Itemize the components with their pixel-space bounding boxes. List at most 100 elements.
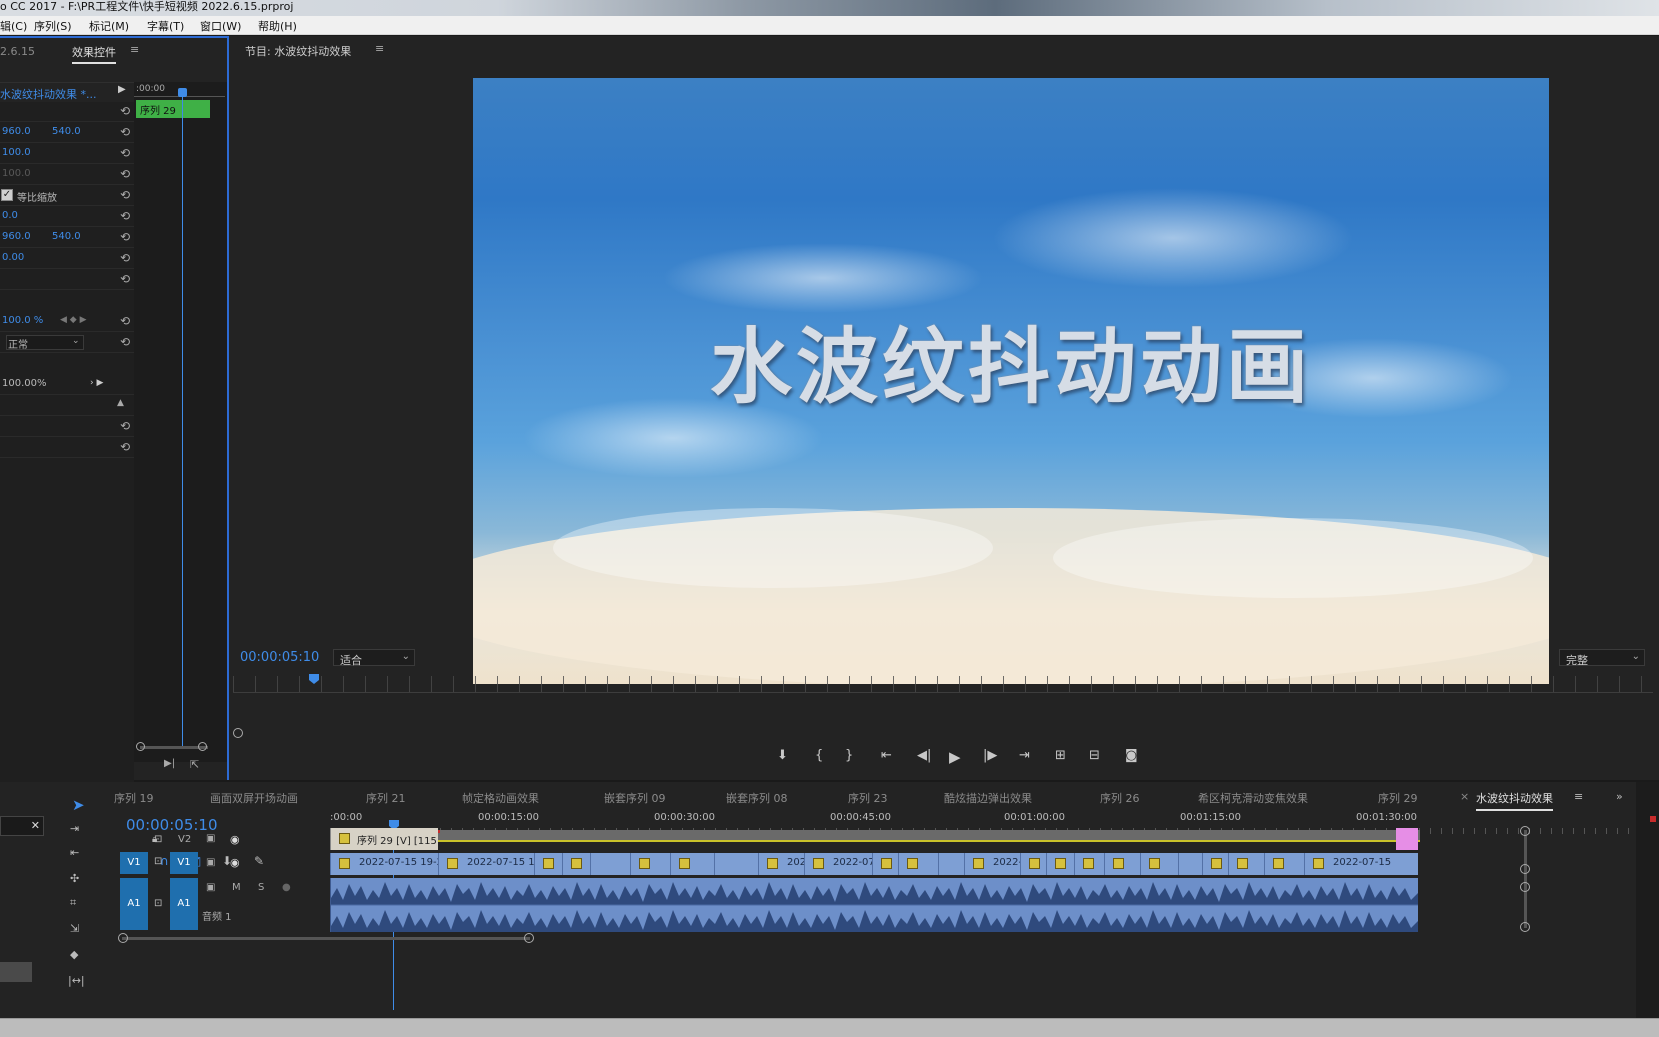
- v1-clip[interactable]: [1228, 853, 1264, 875]
- opacity-value[interactable]: 100.0 %: [2, 315, 43, 326]
- v1-clip[interactable]: [1202, 853, 1228, 875]
- track-label-v1[interactable]: V1: [170, 852, 198, 874]
- work-area-bar[interactable]: [330, 830, 1420, 842]
- close-icon[interactable]: ✕: [31, 819, 40, 832]
- filter-icon[interactable]: ▶|: [164, 758, 175, 769]
- quality-dropdown[interactable]: 完整 ⌄: [1559, 649, 1645, 667]
- v-scroll-handle-top[interactable]: [1520, 826, 1530, 836]
- collapse-icon[interactable]: ▲: [117, 398, 124, 408]
- play-icon[interactable]: ▶: [949, 748, 961, 766]
- track-select-tool-icon[interactable]: ⇥: [70, 822, 79, 835]
- v2-end-clip[interactable]: [1396, 828, 1418, 850]
- reset-icon[interactable]: ⟲: [118, 440, 132, 454]
- toggle-sync-a1-icon[interactable]: ▣: [206, 882, 215, 893]
- reset-icon[interactable]: ⟲: [118, 104, 132, 118]
- a-scroll-handle-top[interactable]: [1520, 882, 1530, 892]
- v1-clip[interactable]: 2022-07: [804, 853, 872, 875]
- selection-tool-icon[interactable]: ➤: [72, 796, 85, 814]
- lock-v2-icon[interactable]: ⊡: [154, 834, 162, 845]
- timeline-h-scrollbar[interactable]: [122, 937, 530, 940]
- v1-clip[interactable]: 2022-0: [964, 853, 1020, 875]
- track-label-a1[interactable]: A1: [170, 878, 198, 930]
- tab-seq-stroke-pop[interactable]: 酷炫描边弹出效果: [944, 790, 1032, 806]
- timeline-v-scrollbar[interactable]: [1524, 830, 1527, 928]
- solo-button[interactable]: S: [258, 882, 264, 893]
- v1-clip[interactable]: [1074, 853, 1104, 875]
- reset-icon[interactable]: ⟲: [118, 272, 132, 286]
- panel-menu-icon[interactable]: ≡: [375, 42, 384, 55]
- a-scroll-handle-bottom[interactable]: [1520, 922, 1530, 932]
- video-preview[interactable]: 水波纹抖动动画: [473, 78, 1549, 684]
- reset-icon[interactable]: ⟲: [118, 251, 132, 265]
- menu-marker[interactable]: 标记(M): [89, 18, 129, 34]
- settings-wrench-icon[interactable]: ✎: [254, 854, 264, 868]
- razor-tool-icon[interactable]: ◆: [70, 948, 78, 961]
- program-timecode[interactable]: 00:00:05:10: [240, 650, 319, 665]
- tab-seq-freeze-frame[interactable]: 帧定格动画效果: [462, 790, 539, 806]
- v1-clip[interactable]: [898, 853, 938, 875]
- eye-icon[interactable]: ◉: [230, 856, 240, 869]
- tab-seq-dolly-zoom[interactable]: 希区柯克滑动变焦效果: [1198, 790, 1308, 806]
- v1-clip[interactable]: [1020, 853, 1046, 875]
- toggle-sync-v2-icon[interactable]: ▣: [206, 833, 215, 844]
- source-track-a1[interactable]: A1: [120, 878, 148, 930]
- v1-clip[interactable]: [630, 853, 670, 875]
- monitor-time-ruler[interactable]: [233, 676, 1653, 692]
- step-back-icon[interactable]: ◀|: [917, 748, 931, 763]
- panel-menu-icon[interactable]: ≡: [130, 43, 139, 56]
- fit-dropdown[interactable]: 适合 ⌄: [333, 649, 415, 667]
- menu-title[interactable]: 字幕(T): [147, 18, 184, 34]
- expand-arrow-icon[interactable]: › ▶: [90, 378, 103, 388]
- scroll-handle-left[interactable]: [118, 933, 128, 943]
- reset-icon[interactable]: ⟲: [118, 209, 132, 223]
- v2-nested-clip[interactable]: 序列 29 [V] [115: [330, 828, 438, 850]
- slide-tool-icon[interactable]: ⇲: [70, 922, 79, 935]
- keyframe-nav-icon[interactable]: ◀ ◆ ▶: [60, 315, 87, 325]
- v1-clip[interactable]: [1264, 853, 1304, 875]
- v1-clip[interactable]: [1046, 853, 1074, 875]
- program-monitor-title[interactable]: 节目: 水波纹抖动效果: [245, 43, 351, 59]
- hand-tool-icon[interactable]: |↔|: [68, 974, 85, 987]
- lift-icon[interactable]: ⊞: [1055, 748, 1066, 763]
- v1-clip[interactable]: [714, 853, 758, 875]
- tab-effect-controls[interactable]: 效果控件: [72, 44, 116, 64]
- anti-flicker-value[interactable]: 0.00: [2, 252, 24, 263]
- menu-window[interactable]: 窗口(W): [200, 18, 241, 34]
- ripple-edit-tool-icon[interactable]: ⇤: [70, 846, 79, 859]
- clip-name[interactable]: 水波纹抖动效果 *...: [0, 86, 97, 102]
- go-to-in-icon[interactable]: ⇤: [881, 748, 892, 763]
- menu-edit[interactable]: 辑(C): [0, 18, 27, 34]
- speed-value[interactable]: 100.00%: [2, 378, 47, 389]
- scale-value[interactable]: 100.0: [2, 147, 31, 158]
- v1-clip[interactable]: [1104, 853, 1140, 875]
- reset-icon[interactable]: ⟲: [118, 230, 132, 244]
- extract-icon[interactable]: ⊟: [1089, 748, 1100, 763]
- toggle-sync-v1-icon[interactable]: ▣: [206, 857, 215, 868]
- step-forward-icon[interactable]: |▶: [983, 748, 997, 763]
- close-tab-icon[interactable]: ×: [1460, 790, 1469, 803]
- reset-icon[interactable]: ⟲: [118, 125, 132, 139]
- panel-menu-icon[interactable]: ≡: [1574, 790, 1583, 803]
- v-scroll-handle-bottom[interactable]: [1520, 864, 1530, 874]
- export-icon[interactable]: ⇱: [190, 758, 199, 771]
- v1-clip[interactable]: 2022: [758, 853, 804, 875]
- tab-seq-dual-screen[interactable]: 画面双屏开场动画: [210, 790, 298, 806]
- tab-seq-23[interactable]: 序列 23: [848, 790, 888, 806]
- blend-mode-select[interactable]: 正常: [8, 336, 28, 351]
- tab-nested-08[interactable]: 嵌套序列 08: [726, 790, 788, 806]
- reset-icon[interactable]: ⟲: [118, 188, 132, 202]
- sequence-clip-bar[interactable]: 序列 29: [136, 100, 210, 118]
- tab-nested-09[interactable]: 嵌套序列 09: [604, 790, 666, 806]
- reset-icon[interactable]: ⟲: [118, 167, 132, 181]
- anchor-y-value[interactable]: 540.0: [52, 231, 81, 242]
- zoom-handle[interactable]: [233, 728, 243, 738]
- reset-icon[interactable]: ⟲: [118, 146, 132, 160]
- v1-clip[interactable]: [590, 853, 630, 875]
- position-y-value[interactable]: 540.0: [52, 126, 81, 137]
- position-x-value[interactable]: 960.0: [2, 126, 31, 137]
- reset-icon[interactable]: ⟲: [118, 314, 132, 328]
- go-to-out-icon[interactable]: ⇥: [1019, 748, 1030, 763]
- tab-seq-26[interactable]: 序列 26: [1100, 790, 1140, 806]
- export-frame-camera-icon[interactable]: ◙: [1125, 748, 1138, 763]
- source-track-v1[interactable]: V1: [120, 852, 148, 874]
